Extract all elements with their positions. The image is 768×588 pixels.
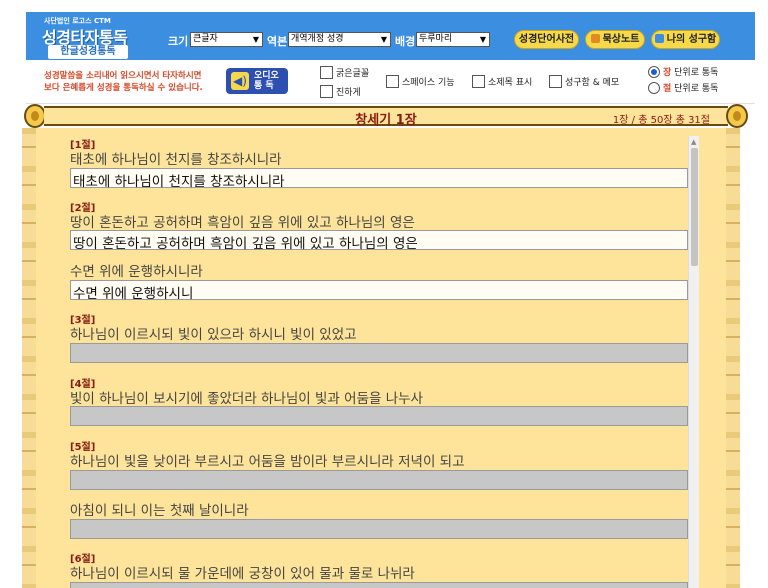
version-label: 역본	[267, 35, 288, 48]
background-label: 배경	[395, 35, 416, 48]
scroll-header: 창세기 1장 1장 / 총 50장 총 31절	[24, 104, 748, 128]
audio-reading-label: 오디오 통 독	[254, 71, 279, 91]
scroll-roll-left-icon	[24, 104, 46, 128]
version-select[interactable]: 개역개정 성경 ▼	[288, 32, 391, 47]
typing-input[interactable]: 태초에 하나님이 천지를 창조하시니라	[70, 168, 688, 190]
typing-input[interactable]	[70, 406, 688, 426]
verse-text: 수면 위에 운행하시니라	[70, 264, 203, 280]
verse-box-memo-checkbox[interactable]: 성구함 & 메모	[549, 75, 619, 88]
typing-app: 사단법인 로고스 CTM 성경타자통독 한글성경통독 크기 큰글자 ▼ 역본 개…	[0, 0, 768, 588]
chapter-unit-radio[interactable]: 장 단위로 통독	[648, 65, 718, 78]
background-select[interactable]: 두루마리 ▼	[416, 32, 490, 47]
checkbox-box	[320, 66, 333, 79]
space-function-label: 스페이스 기능	[402, 78, 455, 88]
verse-unit-label: 단위로 통독	[671, 84, 719, 94]
scroll-title-bar: 창세기 1장 1장 / 총 50장 총 31절	[44, 106, 728, 128]
typed-text: 땅이 혼돈하고 공허하며 흑암이 깊음 위에 있고 하나님의 영은	[73, 236, 418, 252]
dark-text-label: 진하게	[336, 88, 361, 98]
size-select-value: 큰글자	[193, 34, 218, 44]
scroll-roll-right-icon	[726, 104, 748, 128]
scrollbar-thumb[interactable]	[691, 148, 698, 266]
subtitle-display-label: 소제목 표시	[488, 78, 533, 88]
audio-reading-button[interactable]: ◀) 오디오 통 독	[226, 68, 288, 94]
verse-list-scrollbar[interactable]: ▲	[688, 136, 699, 588]
verse-text: 땅이 혼돈하고 공허하며 흑암이 깊음 위에 있고 하나님의 영은	[70, 215, 415, 231]
speaker-icon: ◀)	[231, 72, 249, 90]
typing-input[interactable]: 수면 위에 운행하시니	[70, 280, 688, 302]
verse-text: 아침이 되니 이는 첫째 날이니라	[70, 503, 249, 519]
meditation-note-label: 묵상노트	[602, 34, 640, 45]
typing-input[interactable]	[70, 519, 688, 539]
subtitle-display-checkbox[interactable]: 소제목 표시	[472, 75, 532, 88]
chevron-down-icon: ▼	[479, 35, 486, 44]
verse-box-memo-label: 성구함 & 메모	[565, 78, 620, 88]
radio-unselected	[648, 82, 660, 94]
verse-text: 빛이 하나님이 보시기에 좋았더라 하나님이 빛과 어둠을 나누사	[70, 391, 423, 407]
logo[interactable]: 사단법인 로고스 CTM 성경타자통독 한글성경통독	[34, 14, 144, 59]
bold-font-checkbox[interactable]: 굵은글꼴	[320, 66, 369, 79]
scroll-body: [1절] 태초에 하나님이 천지를 창조하시니라 태초에 하나님이 천지를 창조…	[22, 128, 740, 588]
background-select-value: 두루마리	[419, 34, 453, 44]
verse-text: 하나님이 이르시되 빛이 있으라 하시니 빛이 있었고	[70, 327, 357, 343]
typing-input[interactable]	[70, 582, 688, 588]
audio-label-line2: 통 독	[254, 81, 274, 91]
options-bar: 성경말씀을 소리내어 읽으시면서 타자하시면 보다 은혜롭게 성경을 통독하실 …	[26, 60, 755, 104]
checkbox-box	[549, 75, 562, 88]
size-label: 크기	[168, 35, 189, 48]
meditation-note-button[interactable]: 묵상노트	[585, 30, 645, 49]
size-select[interactable]: 큰글자 ▼	[190, 32, 263, 47]
checkbox-box	[386, 75, 399, 88]
space-function-checkbox[interactable]: 스페이스 기능	[386, 75, 455, 88]
chapter-progress: 1장 / 총 50장 총 31절	[612, 115, 710, 126]
checkbox-box	[320, 85, 333, 98]
reading-tip: 성경말씀을 소리내어 읽으시면서 타자하시면 보다 은혜롭게 성경을 통독하실 …	[44, 70, 203, 94]
dictionary-button[interactable]: 성경단어사전	[514, 30, 579, 49]
my-verse-box-label: 나의 성구함	[666, 34, 717, 45]
verse-list[interactable]: [1절] 태초에 하나님이 천지를 창조하시니라 태초에 하나님이 천지를 창조…	[70, 136, 688, 588]
checkbox-box	[472, 75, 485, 88]
bold-font-label: 굵은글꼴	[336, 69, 370, 79]
note-icon	[654, 34, 664, 43]
typing-input[interactable]: 땅이 혼돈하고 공허하며 흑암이 깊음 위에 있고 하나님의 영은	[70, 230, 688, 252]
typing-input[interactable]	[70, 343, 688, 363]
top-toolbar: 사단법인 로고스 CTM 성경타자통독 한글성경통독 크기 큰글자 ▼ 역본 개…	[26, 12, 755, 60]
pencil-icon	[590, 34, 600, 43]
my-verse-box-button[interactable]: 나의 성구함	[651, 30, 720, 49]
version-select-value: 개역개정 성경	[291, 34, 344, 44]
chevron-down-icon: ▼	[252, 35, 259, 44]
verse-text: 하나님이 빛을 낮이라 부르시고 어둠을 밤이라 부르시니라 저녁이 되고	[70, 454, 465, 470]
verse-text: 하나님이 이르시되 물 가운데에 궁창이 있어 물과 물로 나뉘라	[70, 566, 415, 582]
reading-tip-line1: 성경말씀을 소리내어 읽으시면서 타자하시면	[44, 71, 202, 81]
radio-selected	[648, 66, 660, 78]
typed-text: 수면 위에 운행하시니	[73, 286, 194, 302]
chevron-down-icon: ▼	[380, 35, 387, 44]
typed-text: 태초에 하나님이 천지를 창조하시니라	[73, 174, 285, 190]
verse-text: 태초에 하나님이 천지를 창조하시니라	[70, 152, 282, 168]
chapter-unit-label: 단위로 통독	[671, 68, 719, 78]
dark-text-checkbox[interactable]: 진하게	[320, 85, 361, 98]
typing-input[interactable]	[70, 470, 688, 490]
scroll-up-icon[interactable]: ▲	[691, 138, 696, 146]
verse-unit-radio[interactable]: 절 단위로 통독	[648, 81, 718, 94]
reading-tip-line2: 보다 은혜롭게 성경을 통독하실 수 있습니다.	[44, 83, 203, 93]
audio-label-line1: 오디오	[254, 71, 279, 81]
logo-subtitle: 한글성경통독	[48, 45, 128, 59]
